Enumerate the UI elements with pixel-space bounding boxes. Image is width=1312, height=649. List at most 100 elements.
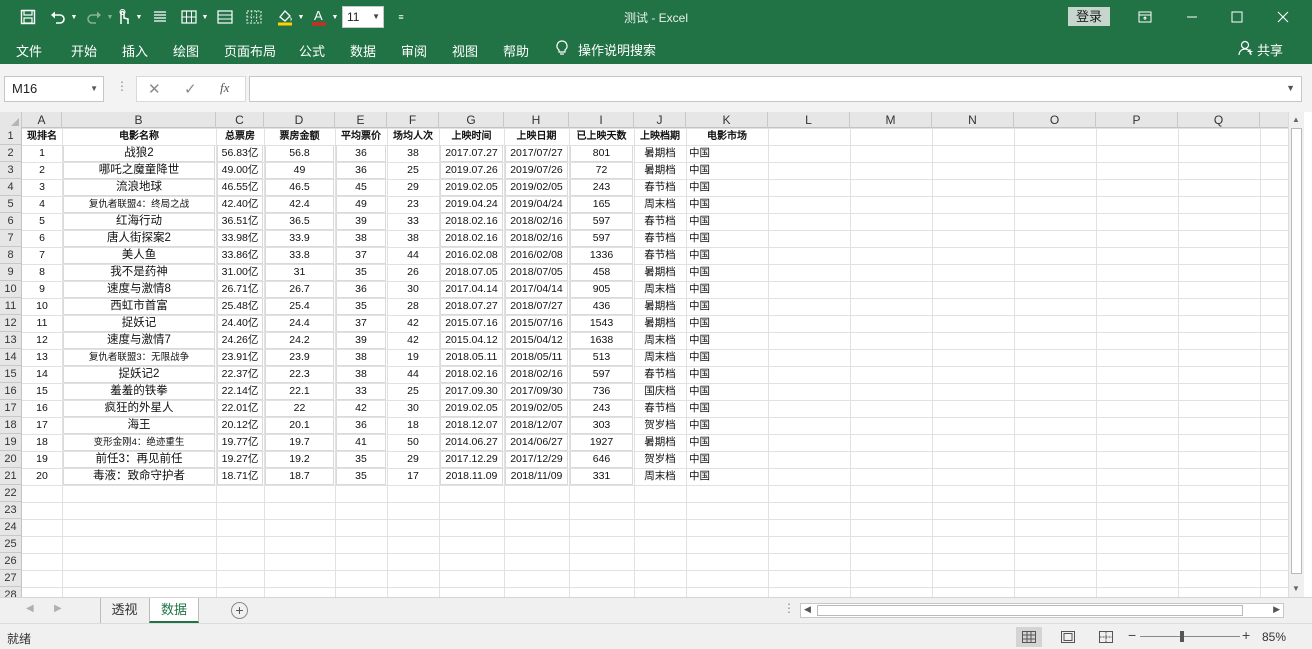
table-cell[interactable]: 速度与激情8	[63, 281, 215, 298]
vertical-scroll-thumb[interactable]	[1291, 128, 1302, 574]
table-cell[interactable]: 44	[387, 247, 439, 264]
row-header-23[interactable]: 23	[0, 502, 22, 519]
table-cell[interactable]: 1638	[570, 332, 633, 349]
table-cell[interactable]: 30	[387, 281, 439, 298]
close-icon[interactable]	[1263, 4, 1303, 30]
table-cell[interactable]: 春节档	[634, 230, 686, 247]
table-cell[interactable]: 37	[336, 247, 386, 264]
table-cell[interactable]: 变形金刚4：绝迹重生	[63, 434, 215, 451]
table-cell[interactable]: 中国	[686, 281, 768, 298]
save-icon[interactable]	[17, 6, 39, 28]
row-header-21[interactable]: 21	[0, 468, 22, 485]
table-cell[interactable]: 24.40亿	[217, 315, 263, 332]
more-options-icon[interactable]: ⋮	[116, 79, 128, 93]
horizontal-scrollbar[interactable]: ◀ ▶	[800, 603, 1284, 618]
prev-sheet-icon[interactable]: ◀	[26, 603, 34, 614]
table-cell[interactable]: 25.4	[265, 298, 334, 315]
table-cell[interactable]: 165	[570, 196, 633, 213]
table-cell[interactable]: 10	[22, 298, 62, 315]
scroll-up-icon[interactable]: ▲	[1292, 115, 1300, 124]
table-cell[interactable]: 38	[336, 366, 386, 383]
table-cell[interactable]: 29	[387, 451, 439, 468]
row-header-19[interactable]: 19	[0, 434, 22, 451]
table-cell[interactable]: 597	[570, 366, 633, 383]
table-cell[interactable]: 战狼2	[63, 145, 215, 162]
column-header-n[interactable]: N	[932, 112, 1014, 128]
table-cell[interactable]: 16	[22, 400, 62, 417]
column-header-g[interactable]: G	[439, 112, 504, 128]
expand-formula-icon[interactable]: ▼	[1286, 83, 1295, 93]
table-cell[interactable]: 49	[265, 162, 334, 179]
table-cell[interactable]: 6	[22, 230, 62, 247]
table-cell[interactable]: 2017/12/29	[505, 451, 568, 468]
table-cell[interactable]: 复仇者联盟3：无限战争	[63, 349, 215, 366]
table-cell[interactable]: 38	[387, 145, 439, 162]
table-cell[interactable]: 中国	[686, 468, 768, 485]
menu-review[interactable]: 审阅	[401, 41, 427, 60]
column-header-c[interactable]: C	[216, 112, 264, 128]
table-cell[interactable]: 18.7	[265, 468, 334, 485]
table-cell[interactable]: 42.4	[265, 196, 334, 213]
undo-icon[interactable]	[47, 6, 69, 28]
table-cell[interactable]: 1543	[570, 315, 633, 332]
table-cell[interactable]: 周末档	[634, 332, 686, 349]
ribbon-display-icon[interactable]	[1125, 4, 1165, 30]
table-cell[interactable]: 2018.11.09	[440, 468, 503, 485]
table-cell[interactable]: 23.91亿	[217, 349, 263, 366]
scroll-down-icon[interactable]: ▼	[1292, 584, 1300, 593]
table-cell[interactable]: 暑期档	[634, 315, 686, 332]
table-cell[interactable]: 33.8	[265, 247, 334, 264]
table-cell[interactable]: 中国	[686, 213, 768, 230]
table-cell[interactable]: 29	[387, 179, 439, 196]
table-cell[interactable]: 18	[387, 417, 439, 434]
table-cell[interactable]: 15	[22, 383, 62, 400]
table-cell[interactable]: 2017.04.14	[440, 281, 503, 298]
name-box[interactable]: M16 ▼	[4, 76, 104, 102]
menu-home[interactable]: 开始	[71, 41, 97, 60]
row-header-14[interactable]: 14	[0, 349, 22, 366]
table-cell[interactable]: 2018.02.16	[440, 230, 503, 247]
menu-data[interactable]: 数据	[350, 41, 376, 60]
table-cell[interactable]: 2	[22, 162, 62, 179]
column-header-m[interactable]: M	[850, 112, 932, 128]
table-cell[interactable]: 46.5	[265, 179, 334, 196]
table-cell[interactable]: 44	[387, 366, 439, 383]
header-cell[interactable]: 已上映天数	[569, 128, 634, 145]
table-cell[interactable]: 19.2	[265, 451, 334, 468]
table-cell[interactable]: 33.86亿	[217, 247, 263, 264]
row-header-10[interactable]: 10	[0, 281, 22, 298]
table-cell[interactable]: 22.3	[265, 366, 334, 383]
table-cell[interactable]: 暑期档	[634, 298, 686, 315]
table-cell[interactable]: 暑期档	[634, 264, 686, 281]
table-cell[interactable]: 2018/07/05	[505, 264, 568, 281]
table-cell[interactable]: 中国	[686, 179, 768, 196]
table-cell[interactable]: 捉妖记2	[63, 366, 215, 383]
table-cell[interactable]: 2014.06.27	[440, 434, 503, 451]
table-cell[interactable]: 736	[570, 383, 633, 400]
table-cell[interactable]: 2018.02.16	[440, 366, 503, 383]
row-header-11[interactable]: 11	[0, 298, 22, 315]
table-cell[interactable]: 22.1	[265, 383, 334, 400]
table-cell[interactable]: 春节档	[634, 400, 686, 417]
table-cell[interactable]: 2019/02/05	[505, 400, 568, 417]
table-cell[interactable]: 7	[22, 247, 62, 264]
table-cell[interactable]: 1336	[570, 247, 633, 264]
login-button[interactable]: 登录	[1068, 7, 1110, 26]
table-cell[interactable]: 25.48亿	[217, 298, 263, 315]
row-header-16[interactable]: 16	[0, 383, 22, 400]
touch-mode-icon[interactable]	[113, 6, 133, 28]
vertical-scrollbar[interactable]: ▲ ▼	[1288, 112, 1304, 597]
font-color-dropdown-icon[interactable]: ▼	[330, 6, 340, 28]
table-cell[interactable]: 33.98亿	[217, 230, 263, 247]
table-cell[interactable]: 458	[570, 264, 633, 281]
table-cell[interactable]: 捉妖记	[63, 315, 215, 332]
table-cell[interactable]: 33	[336, 383, 386, 400]
table-cell[interactable]: 17	[22, 417, 62, 434]
table-cell[interactable]: 周末档	[634, 349, 686, 366]
row-header-8[interactable]: 8	[0, 247, 22, 264]
table-cell[interactable]: 中国	[686, 145, 768, 162]
table-cell[interactable]: 50	[387, 434, 439, 451]
table-cell[interactable]: 35	[336, 468, 386, 485]
table-cell[interactable]: 唐人街探案2	[63, 230, 215, 247]
table-cell[interactable]: 22.37亿	[217, 366, 263, 383]
